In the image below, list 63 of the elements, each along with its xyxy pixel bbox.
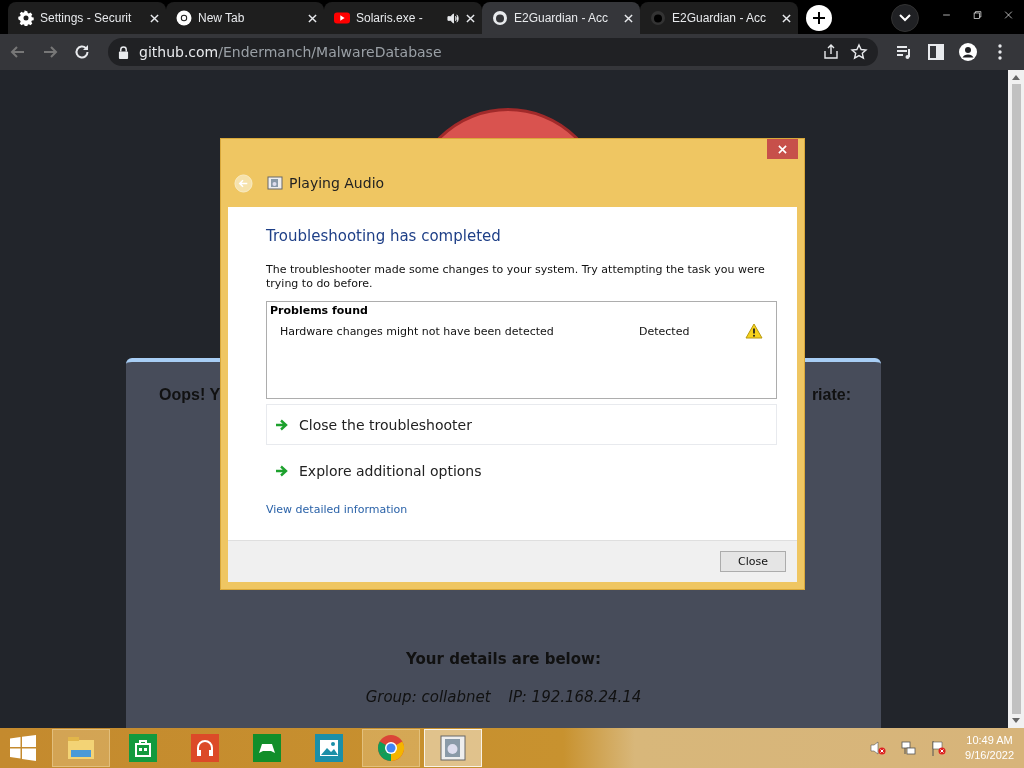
url-text: github.com/Endermanch/MalwareDatabase xyxy=(139,44,442,60)
muted-speaker-icon[interactable] xyxy=(870,740,887,756)
share-icon[interactable] xyxy=(822,43,840,61)
close-icon[interactable] xyxy=(466,13,475,23)
problems-title: Problems found xyxy=(270,304,369,317)
plus-icon xyxy=(812,11,826,25)
speaker-box-icon xyxy=(267,175,283,191)
scroll-down-icon[interactable] xyxy=(1012,718,1020,724)
dialog-heading: Troubleshooting has completed xyxy=(266,227,502,245)
browser-tab[interactable]: Settings - Securit xyxy=(8,2,166,34)
chevron-down-icon xyxy=(899,14,911,22)
taskbar-app[interactable] xyxy=(362,729,420,767)
tab-search-button[interactable] xyxy=(891,4,919,32)
tab-title: E2Guardian - Acc xyxy=(672,11,768,25)
speaker-box-icon xyxy=(438,733,468,763)
window-title: Playing Audio xyxy=(289,175,385,191)
close-icon[interactable] xyxy=(308,13,317,23)
gear-icon xyxy=(18,10,34,26)
close-button[interactable] xyxy=(767,139,798,159)
group-text: Group: collabnet xyxy=(365,688,491,706)
gamepad-icon xyxy=(252,733,282,763)
video-play-icon xyxy=(334,10,350,26)
address-bar[interactable]: github.com/Endermanch/MalwareDatabase xyxy=(108,38,878,66)
browser-tab[interactable]: Solaris.exe - xyxy=(324,2,482,34)
warning-icon xyxy=(745,323,763,339)
arrow-right-icon xyxy=(275,463,289,478)
shopping-bag-icon xyxy=(128,733,158,763)
landscape-photo-icon xyxy=(314,733,344,763)
close-icon[interactable] xyxy=(624,13,633,23)
option-link[interactable]: Close the troubleshooter xyxy=(266,404,777,445)
problem-status: Detected xyxy=(639,324,691,338)
close-button[interactable]: Close xyxy=(720,551,786,572)
side-panel-icon[interactable] xyxy=(926,42,946,62)
scrollbar[interactable] xyxy=(1008,70,1024,728)
lock-icon xyxy=(118,45,129,59)
browser-tab[interactable]: E2Guardian - Acc xyxy=(482,2,640,34)
browser-tab[interactable]: E2Guardian - Acc xyxy=(640,2,798,34)
option-link[interactable]: Explore additional options xyxy=(266,450,777,491)
headphones-icon xyxy=(190,733,220,763)
details-title: Your details are below: xyxy=(406,650,601,668)
network-icon[interactable] xyxy=(900,740,917,756)
taskbar-app[interactable] xyxy=(424,729,482,767)
details-link[interactable]: View detailed information xyxy=(266,503,408,516)
tab-title: New Tab xyxy=(198,11,246,25)
description-text: The troubleshooter made some changes to your system. Try attempting the task you were trying to do before. xyxy=(266,263,766,291)
tab-title: Settings - Securit xyxy=(40,11,133,25)
page-heading: riate: xyxy=(811,386,851,404)
close-icon[interactable] xyxy=(150,13,159,23)
problem-text: Hardware changes might not have been detected xyxy=(280,324,555,338)
ip-text: IP: 192.168.24.14 xyxy=(508,688,642,706)
flag-icon[interactable] xyxy=(930,740,947,756)
browser-tab[interactable]: New Tab xyxy=(166,2,324,34)
tab-title: E2Guardian - Acc xyxy=(514,11,610,25)
scroll-up-icon[interactable] xyxy=(1012,74,1020,80)
star-icon[interactable] xyxy=(850,43,868,61)
arrow-right-icon xyxy=(275,417,289,432)
profile-avatar-icon[interactable] xyxy=(958,42,978,62)
new-tab-button[interactable] xyxy=(806,5,832,31)
tab-title: Solaris.exe - xyxy=(356,11,424,25)
windows-logo-icon[interactable] xyxy=(10,735,36,761)
page-heading: Oops! Y xyxy=(159,386,221,404)
close-icon xyxy=(778,144,787,154)
close-icon[interactable] xyxy=(782,13,791,23)
